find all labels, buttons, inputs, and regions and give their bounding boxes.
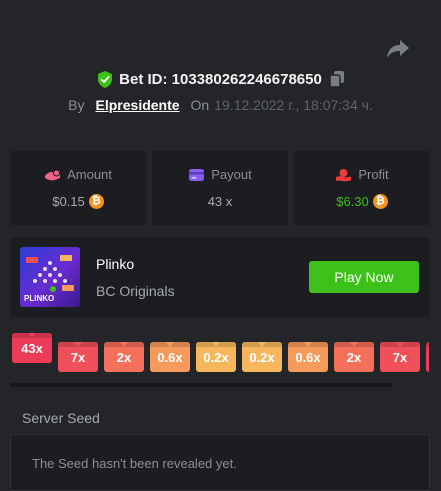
stat-profit-value: $6.30 — [336, 194, 369, 209]
copy-icon[interactable] — [329, 71, 344, 87]
play-now-button[interactable]: Play Now — [309, 261, 419, 293]
multiplier-label: 7x — [70, 349, 86, 365]
thumbnail-label: PLINKO — [24, 294, 55, 303]
stat-amount-label: Amount — [67, 167, 112, 182]
multiplier-label: 2x — [346, 349, 362, 365]
bitcoin-icon: ₿ — [88, 194, 104, 209]
multiplier-strip: 43x 7x 2x 0.6x 0.2x 0.2x 0.6x 2x 7x — [12, 333, 429, 381]
bet-id-row: Bet ID: 103380262246678650 — [0, 69, 441, 89]
amount-icon — [45, 169, 61, 180]
plinko-thumbnail[interactable]: PLINKO — [20, 247, 80, 307]
strip-divider — [10, 383, 392, 387]
bet-author-row: By Elpresidente On 19.12.2022 г., 18:07:… — [0, 95, 441, 115]
server-seed-box: The Seed hasn't been revealed yet. — [10, 434, 430, 491]
stat-payout: Payout 43 x — [152, 151, 288, 225]
multiplier-label: 43x — [21, 340, 43, 356]
multiplier-chip: 2x — [334, 342, 374, 372]
multiplier-chip: 7x — [58, 342, 98, 372]
multiplier-label: 2x — [116, 349, 132, 365]
payout-icon — [189, 168, 205, 181]
bet-stats: Amount $0.15 ₿ Payout 43 x Profit $6.30 … — [10, 151, 430, 225]
bitcoin-icon: ₿ — [372, 194, 388, 209]
share-icon[interactable] — [386, 38, 410, 60]
multiplier-chip: 0.6x — [150, 342, 190, 372]
multiplier-label: 7x — [392, 349, 408, 365]
stat-profit-label: Profit — [358, 167, 389, 182]
bet-date: 19.12.2022 г., 18:07:34 ч. — [214, 97, 373, 113]
stat-payout-label: Payout — [211, 167, 252, 182]
stat-amount-value: $0.15 — [52, 194, 85, 209]
verified-shield-icon — [98, 70, 113, 88]
username-link[interactable]: Elpresidente — [96, 97, 180, 113]
multiplier-chip: 7x — [380, 342, 420, 372]
stat-profit: Profit $6.30 ₿ — [294, 151, 430, 225]
game-name: Plinko — [96, 256, 135, 272]
stat-amount: Amount $0.15 ₿ — [10, 151, 146, 225]
multiplier-label: 0.6x — [295, 349, 321, 365]
multiplier-chip-partial — [426, 342, 429, 372]
server-seed-label: Server Seed — [22, 410, 100, 426]
multiplier-chip: 0.2x — [196, 342, 236, 372]
stat-payout-value: 43 x — [207, 194, 233, 209]
multiplier-label: 0.6x — [157, 349, 183, 365]
bet-id-text: Bet ID: 103380262246678650 — [119, 70, 322, 88]
by-label: By — [68, 97, 85, 113]
multiplier-label: 0.2x — [203, 349, 229, 365]
multiplier-chip: 0.6x — [288, 342, 328, 372]
game-card: PLINKO Plinko BC Originals Play Now — [10, 237, 430, 317]
multiplier-chip-active: 43x — [12, 333, 52, 363]
server-seed-text: The Seed hasn't been revealed yet. — [32, 456, 237, 471]
profit-icon — [336, 168, 352, 181]
on-label: On — [190, 97, 210, 113]
multiplier-label: 0.2x — [249, 349, 275, 365]
multiplier-chip: 2x — [104, 342, 144, 372]
game-provider: BC Originals — [96, 283, 175, 299]
multiplier-chip: 0.2x — [242, 342, 282, 372]
